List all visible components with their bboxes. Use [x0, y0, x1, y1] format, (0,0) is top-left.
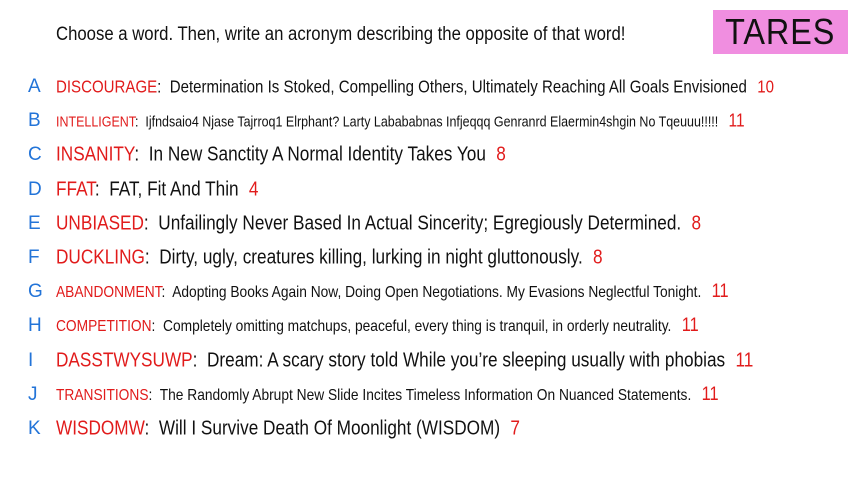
entry-word: DUCKLING: [56, 246, 145, 269]
entry-letter: K: [28, 417, 41, 439]
entry-content: COMPETITION: Completely omitting matchup…: [56, 315, 699, 337]
title-badge: TARES: [713, 10, 848, 54]
entry-number: 7: [510, 417, 520, 440]
entry-number: 11: [735, 349, 754, 372]
entry-number: 11: [681, 315, 699, 337]
entry-i: I DASSTWYSUWP: Dream: A scary story told…: [0, 344, 853, 378]
entry-definition: The Randomly Abrupt New Slide Incites Ti…: [159, 386, 692, 404]
entry-h: H COMPETITION: Completely omitting match…: [0, 309, 853, 343]
entry-letter: E: [28, 212, 41, 234]
entry-number: 8: [691, 212, 702, 235]
entry-number: 4: [248, 178, 259, 201]
entry-word: INTELLIGENT: [56, 114, 135, 131]
entry-content: DASSTWYSUWP: Dream: A scary story told W…: [56, 349, 754, 372]
entry-definition: In New Sanctity A Normal Identity Takes …: [148, 143, 486, 166]
entry-word: ABANDONMENT: [56, 284, 162, 302]
entry-letter: J: [28, 383, 38, 405]
entry-word: WISDOMW: [56, 417, 145, 440]
entry-content: ABANDONMENT: Adopting Books Again Now, D…: [56, 281, 729, 303]
entry-j: J TRANSITIONS: The Randomly Abrupt New S…: [0, 378, 853, 412]
entry-content: DUCKLING: Dirty, ugly, creatures killing…: [56, 246, 603, 269]
entry-definition: Completely omitting matchups, peaceful, …: [163, 318, 672, 336]
entry-b: B INTELLIGENT: Ijfndsaio4 Njase Tajrroq1…: [0, 104, 853, 138]
entry-content: WISDOMW: Will I Survive Death Of Moonlig…: [56, 417, 520, 440]
acronym-list: A DISCOURAGE: Determination Is Stoked, C…: [0, 70, 853, 446]
entry-content: FFAT: FAT, Fit And Thin 4: [56, 178, 259, 201]
entry-definition: Adopting Books Again Now, Doing Open Neg…: [172, 284, 702, 302]
entry-number: 11: [728, 110, 745, 131]
entry-word: INSANITY: [56, 143, 135, 166]
entry-d: D FFAT: FAT, Fit And Thin 4: [0, 173, 853, 207]
entry-letter: C: [28, 144, 42, 166]
entry-c: C INSANITY: In New Sanctity A Normal Ide…: [0, 138, 853, 172]
entry-content: UNBIASED: Unfailingly Never Based In Act…: [56, 212, 702, 235]
entry-number: 11: [701, 383, 719, 405]
badge-text: TARES: [725, 11, 836, 52]
entry-word: DASSTWYSUWP: [56, 349, 193, 372]
entry-content: TRANSITIONS: The Randomly Abrupt New Sli…: [56, 383, 719, 405]
entry-word: TRANSITIONS: [56, 386, 149, 404]
entry-definition: FAT, Fit And Thin: [109, 178, 239, 201]
entry-number: 11: [711, 281, 729, 303]
entry-definition: Dream: A scary story told While you’re s…: [206, 349, 726, 372]
entry-letter: H: [28, 315, 42, 337]
entry-g: G ABANDONMENT: Adopting Books Again Now,…: [0, 275, 853, 309]
entry-content: INSANITY: In New Sanctity A Normal Ident…: [56, 143, 506, 166]
entry-word: DISCOURAGE: [56, 76, 158, 97]
entry-number: 8: [593, 246, 603, 269]
entry-word: COMPETITION: [56, 318, 152, 336]
entry-number: 10: [757, 76, 774, 97]
instruction-text: Choose a word. Then, write an acronym de…: [56, 24, 626, 45]
entry-definition: Determination Is Stoked, Compelling Othe…: [169, 76, 747, 97]
entry-letter: I: [28, 349, 34, 371]
entry-f: F DUCKLING: Dirty, ugly, creatures killi…: [0, 241, 853, 275]
slide: { "badge": "TARES", "prompt": "Choose a …: [0, 0, 853, 480]
entry-letter: A: [28, 76, 41, 98]
entry-e: E UNBIASED: Unfailingly Never Based In A…: [0, 207, 853, 241]
entry-letter: G: [28, 281, 43, 303]
entry-word: FFAT: [56, 178, 95, 201]
entry-definition: Dirty, ugly, creatures killing, lurking …: [159, 246, 583, 269]
entry-a: A DISCOURAGE: Determination Is Stoked, C…: [0, 70, 853, 104]
entry-number: 8: [496, 143, 506, 166]
entry-definition: Will I Survive Death Of Moonlight (WISDO…: [158, 417, 501, 440]
entry-letter: D: [28, 178, 42, 200]
entry-definition: Ijfndsaio4 Njase Tajrroq1 Elrphant? Lart…: [145, 114, 719, 131]
entry-content: INTELLIGENT: Ijfndsaio4 Njase Tajrroq1 E…: [56, 110, 745, 131]
entry-word: UNBIASED: [56, 212, 144, 235]
entry-k: K WISDOMW: Will I Survive Death Of Moonl…: [0, 412, 853, 446]
entry-letter: B: [28, 110, 41, 132]
entry-content: DISCOURAGE: Determination Is Stoked, Com…: [56, 76, 774, 97]
entry-letter: F: [28, 247, 40, 269]
entry-definition: Unfailingly Never Based In Actual Sincer…: [158, 212, 682, 235]
